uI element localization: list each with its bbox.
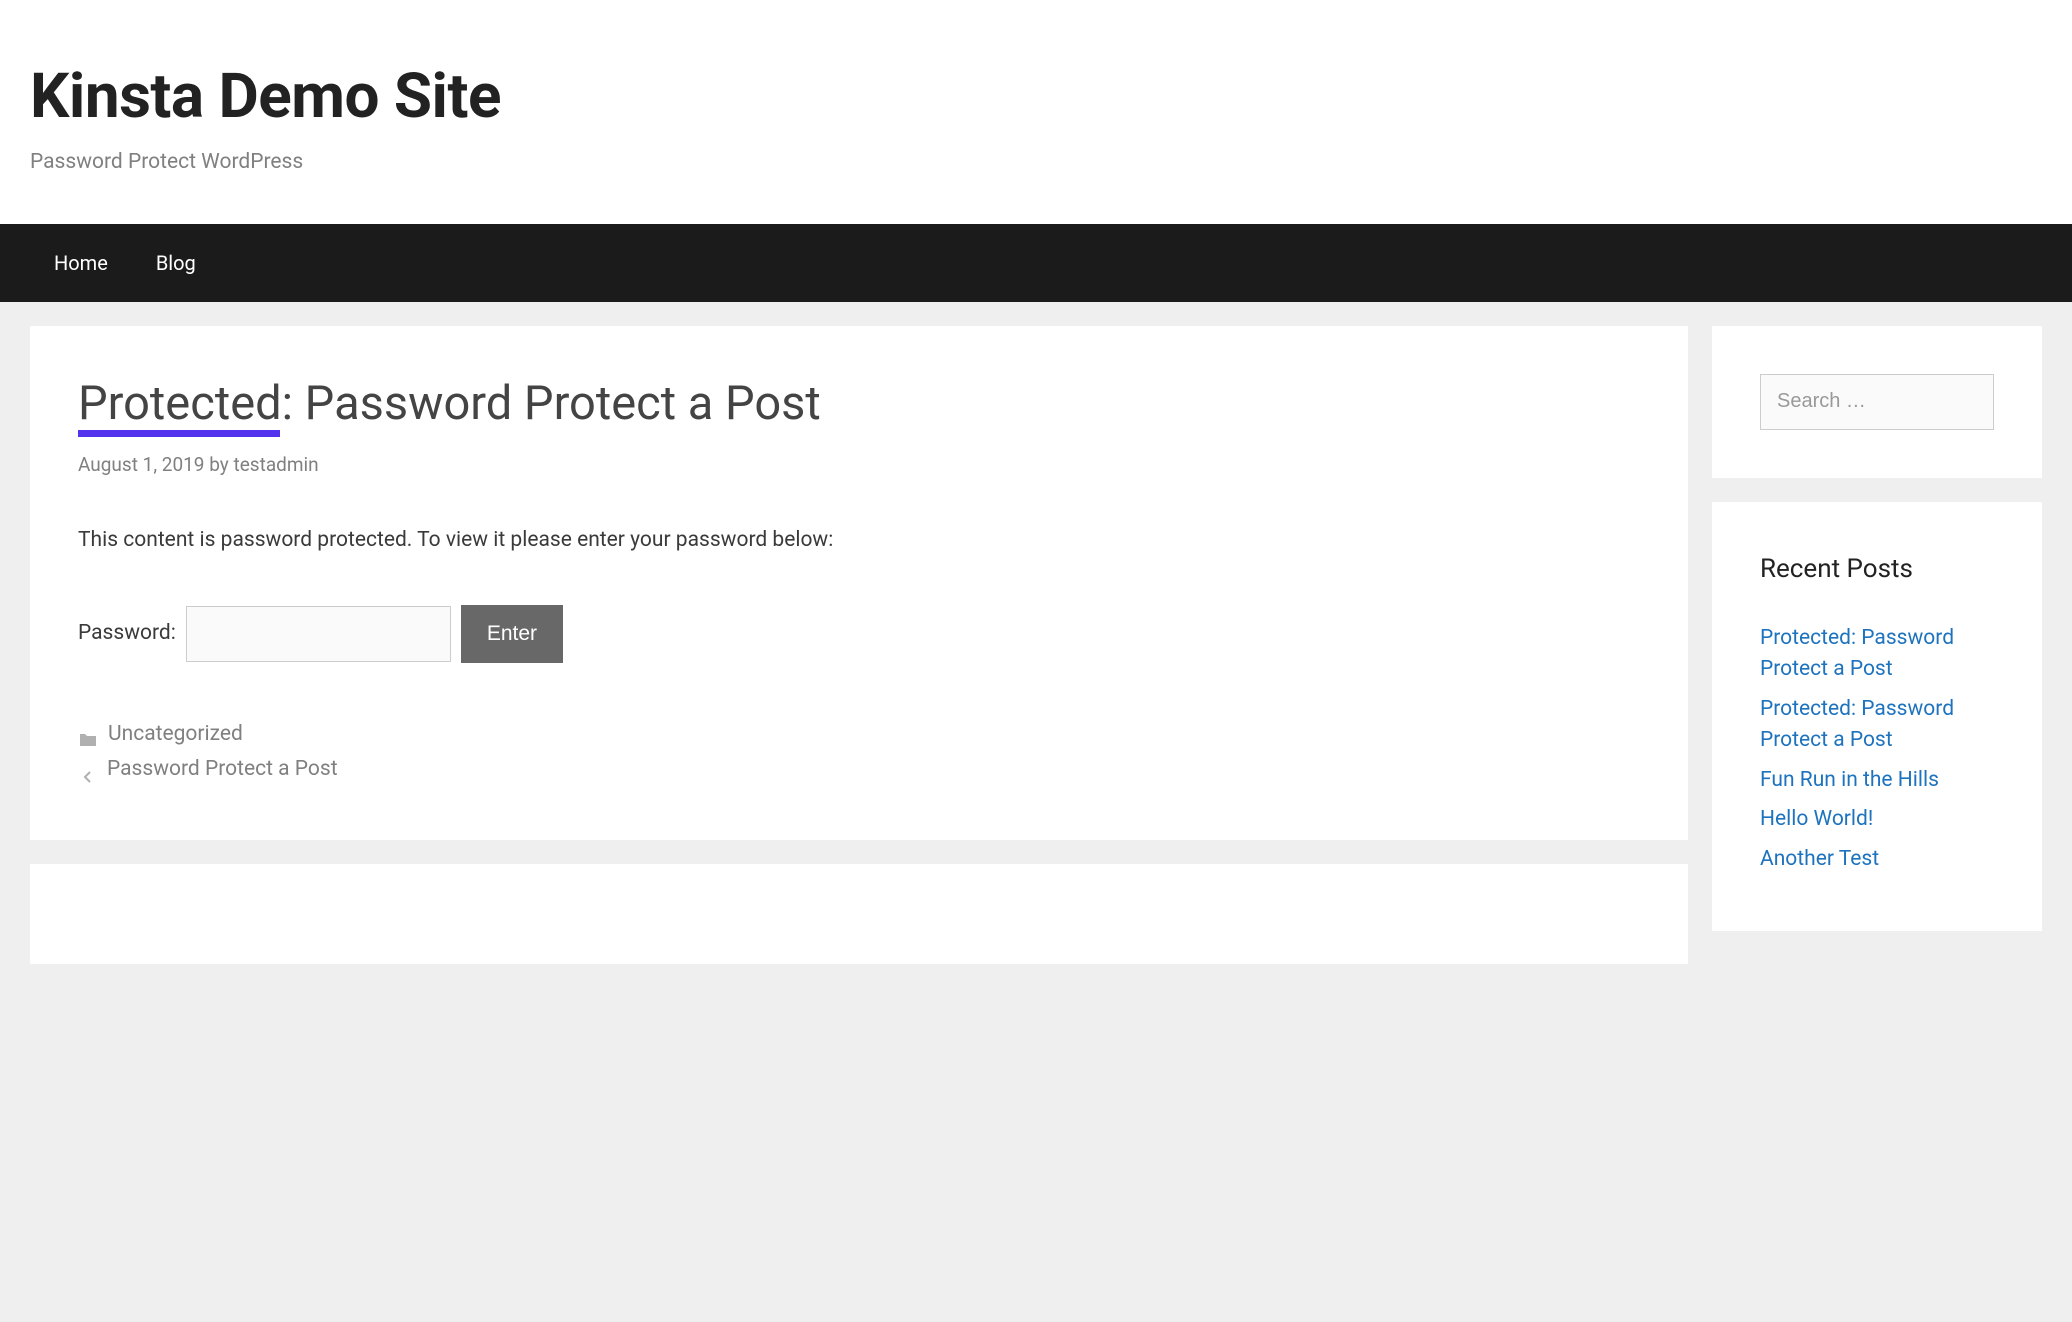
- blank-card: [30, 864, 1688, 964]
- site-title[interactable]: Kinsta Demo Site: [30, 50, 2042, 143]
- category-row: Uncategorized: [78, 719, 1640, 751]
- recent-post-item[interactable]: Protected: Password Protect a Post: [1760, 694, 1994, 757]
- recent-posts-widget: Recent Posts Protected: Password Protect…: [1712, 502, 2042, 932]
- main-content: Protected: Password Protect a Post Augus…: [30, 326, 1688, 964]
- main-nav: Home Blog: [0, 224, 2072, 302]
- entry-date: August 1, 2019: [78, 453, 205, 476]
- article-card: Protected: Password Protect a Post Augus…: [30, 326, 1688, 840]
- site-content: Protected: Password Protect a Post Augus…: [0, 302, 2072, 988]
- sidebar: Recent Posts Protected: Password Protect…: [1712, 326, 2042, 932]
- password-input[interactable]: [186, 606, 451, 662]
- prev-post-link[interactable]: Password Protect a Post: [107, 754, 338, 786]
- password-submit-button[interactable]: Enter: [461, 605, 563, 663]
- recent-post-item[interactable]: Protected: Password Protect a Post: [1760, 623, 1994, 686]
- recent-post-item[interactable]: Another Test: [1760, 844, 1994, 876]
- site-description: Password Protect WordPress: [30, 147, 2042, 179]
- category-link[interactable]: Uncategorized: [108, 719, 243, 751]
- nav-item-blog[interactable]: Blog: [132, 224, 220, 302]
- search-widget: [1712, 326, 2042, 478]
- password-form: Password: Enter: [78, 605, 1640, 663]
- folder-icon: [78, 727, 98, 743]
- recent-post-item[interactable]: Hello World!: [1760, 804, 1994, 836]
- entry-title: Protected: Password Protect a Post: [78, 376, 1640, 432]
- chevron-left-icon: [83, 763, 93, 777]
- entry-footer: Uncategorized Password Protect a Post: [78, 719, 1640, 786]
- nav-list: Home Blog: [0, 224, 2072, 302]
- entry-by-label: by: [209, 453, 229, 476]
- prev-post-row: Password Protect a Post: [78, 754, 1640, 786]
- search-input[interactable]: [1760, 374, 1994, 430]
- password-label: Password:: [78, 618, 176, 650]
- recent-posts-list: Protected: Password Protect a Post Prote…: [1760, 623, 1994, 876]
- recent-posts-title: Recent Posts: [1760, 550, 1994, 589]
- entry-author: testadmin: [234, 453, 319, 476]
- entry-meta: August 1, 2019 by testadmin: [78, 451, 1640, 480]
- site-header: Kinsta Demo Site Password Protect WordPr…: [0, 0, 2072, 224]
- nav-item-home[interactable]: Home: [30, 224, 132, 302]
- entry-content: This content is password protected. To v…: [78, 525, 1640, 557]
- recent-post-item[interactable]: Fun Run in the Hills: [1760, 765, 1994, 797]
